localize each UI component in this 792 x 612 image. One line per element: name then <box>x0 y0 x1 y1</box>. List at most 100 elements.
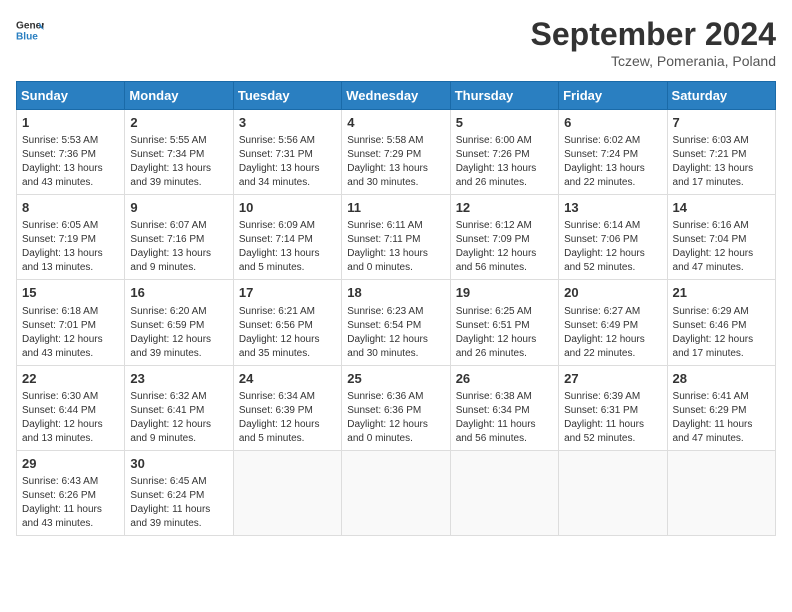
day-detail: Sunrise: 6:20 AM Sunset: 6:59 PM Dayligh… <box>130 305 227 361</box>
calendar-cell: 18 Sunrise: 6:23 AM Sunset: 6:54 PM Dayli… <box>342 280 450 365</box>
day-number: 16 <box>130 284 227 302</box>
calendar-cell: 21 Sunrise: 6:29 AM Sunset: 6:46 PM Dayli… <box>667 280 775 365</box>
day-detail: Sunrise: 6:27 AM Sunset: 6:49 PM Dayligh… <box>564 305 661 361</box>
day-header-friday: Friday <box>559 82 667 110</box>
day-number: 4 <box>347 114 444 132</box>
day-detail: Sunrise: 6:12 AM Sunset: 7:09 PM Dayligh… <box>456 219 553 275</box>
day-number: 3 <box>239 114 336 132</box>
calendar-cell: 19 Sunrise: 6:25 AM Sunset: 6:51 PM Dayli… <box>450 280 558 365</box>
calendar-cell: 10 Sunrise: 6:09 AM Sunset: 7:14 PM Dayli… <box>233 195 341 280</box>
calendar-cell: 20 Sunrise: 6:27 AM Sunset: 6:49 PM Dayli… <box>559 280 667 365</box>
day-detail: Sunrise: 6:23 AM Sunset: 6:54 PM Dayligh… <box>347 305 444 361</box>
day-detail: Sunrise: 5:53 AM Sunset: 7:36 PM Dayligh… <box>22 134 119 190</box>
day-number: 8 <box>22 199 119 217</box>
title-block: September 2024 Tczew, Pomerania, Poland <box>531 16 776 69</box>
day-detail: Sunrise: 6:03 AM Sunset: 7:21 PM Dayligh… <box>673 134 770 190</box>
calendar-title: September 2024 <box>531 16 776 53</box>
day-number: 14 <box>673 199 770 217</box>
calendar-cell: 13Sunrise: 6:14 AM Sunset: 7:06 PM Dayli… <box>559 195 667 280</box>
day-number: 1 <box>22 114 119 132</box>
day-detail: Sunrise: 6:02 AM Sunset: 7:24 PM Dayligh… <box>564 134 661 190</box>
calendar-cell: 16 Sunrise: 6:20 AM Sunset: 6:59 PM Dayli… <box>125 280 233 365</box>
day-detail: Sunrise: 6:11 AM Sunset: 7:11 PM Dayligh… <box>347 219 444 275</box>
calendar-cell <box>450 450 558 535</box>
calendar-cell: 24 Sunrise: 6:34 AM Sunset: 6:39 PM Dayli… <box>233 365 341 450</box>
day-number: 27 <box>564 370 661 388</box>
calendar-cell: 14 Sunrise: 6:16 AM Sunset: 7:04 PM Dayli… <box>667 195 775 280</box>
day-header-wednesday: Wednesday <box>342 82 450 110</box>
week-row-1: 1 Sunrise: 5:53 AM Sunset: 7:36 PM Daylig… <box>17 110 776 195</box>
day-detail: Sunrise: 6:34 AM Sunset: 6:39 PM Dayligh… <box>239 390 336 446</box>
day-detail: Sunrise: 6:38 AM Sunset: 6:34 PM Dayligh… <box>456 390 553 446</box>
day-number: 29 <box>22 455 119 473</box>
calendar-cell: 17Sunrise: 6:21 AM Sunset: 6:56 PM Dayli… <box>233 280 341 365</box>
day-number: 10 <box>239 199 336 217</box>
day-number: 9 <box>130 199 227 217</box>
day-detail: Sunrise: 6:16 AM Sunset: 7:04 PM Dayligh… <box>673 219 770 275</box>
calendar-cell: 12 Sunrise: 6:12 AM Sunset: 7:09 PM Dayli… <box>450 195 558 280</box>
day-detail: Sunrise: 6:29 AM Sunset: 6:46 PM Dayligh… <box>673 305 770 361</box>
day-header-tuesday: Tuesday <box>233 82 341 110</box>
calendar-table: SundayMondayTuesdayWednesdayThursdayFrid… <box>16 81 776 536</box>
day-detail: Sunrise: 6:18 AM Sunset: 7:01 PM Dayligh… <box>22 305 119 361</box>
calendar-cell: 30 Sunrise: 6:45 AM Sunset: 6:24 PM Dayli… <box>125 450 233 535</box>
day-detail: Sunrise: 6:25 AM Sunset: 6:51 PM Dayligh… <box>456 305 553 361</box>
day-detail: Sunrise: 6:45 AM Sunset: 6:24 PM Dayligh… <box>130 475 227 531</box>
calendar-cell: 3 Sunrise: 5:56 AM Sunset: 7:31 PM Daylig… <box>233 110 341 195</box>
calendar-cell <box>342 450 450 535</box>
calendar-cell: 25Sunrise: 6:36 AM Sunset: 6:36 PM Dayli… <box>342 365 450 450</box>
day-header-sunday: Sunday <box>17 82 125 110</box>
calendar-cell <box>233 450 341 535</box>
calendar-cell: 6 Sunrise: 6:02 AM Sunset: 7:24 PM Daylig… <box>559 110 667 195</box>
logo-icon: General Blue <box>16 16 44 44</box>
calendar-cell: 27 Sunrise: 6:39 AM Sunset: 6:31 PM Dayli… <box>559 365 667 450</box>
calendar-cell: 8Sunrise: 6:05 AM Sunset: 7:19 PM Daylig… <box>17 195 125 280</box>
day-number: 30 <box>130 455 227 473</box>
day-number: 21 <box>673 284 770 302</box>
day-number: 12 <box>456 199 553 217</box>
day-detail: Sunrise: 6:43 AM Sunset: 6:26 PM Dayligh… <box>22 475 119 531</box>
calendar-cell: 11 Sunrise: 6:11 AM Sunset: 7:11 PM Dayli… <box>342 195 450 280</box>
day-detail: Sunrise: 6:21 AM Sunset: 6:56 PM Dayligh… <box>239 305 336 361</box>
day-number: 15 <box>22 284 119 302</box>
day-number: 6 <box>564 114 661 132</box>
day-detail: Sunrise: 6:39 AM Sunset: 6:31 PM Dayligh… <box>564 390 661 446</box>
calendar-cell: 28Sunrise: 6:41 AM Sunset: 6:29 PM Dayli… <box>667 365 775 450</box>
day-number: 19 <box>456 284 553 302</box>
day-header-monday: Monday <box>125 82 233 110</box>
day-number: 25 <box>347 370 444 388</box>
calendar-cell: 29 Sunrise: 6:43 AM Sunset: 6:26 PM Dayli… <box>17 450 125 535</box>
day-header-thursday: Thursday <box>450 82 558 110</box>
calendar-cell <box>667 450 775 535</box>
days-header-row: SundayMondayTuesdayWednesdayThursdayFrid… <box>17 82 776 110</box>
day-detail: Sunrise: 6:14 AM Sunset: 7:06 PM Dayligh… <box>564 219 661 275</box>
day-number: 22 <box>22 370 119 388</box>
calendar-cell: 5 Sunrise: 6:00 AM Sunset: 7:26 PM Daylig… <box>450 110 558 195</box>
day-header-saturday: Saturday <box>667 82 775 110</box>
day-detail: Sunrise: 6:00 AM Sunset: 7:26 PM Dayligh… <box>456 134 553 190</box>
day-number: 5 <box>456 114 553 132</box>
day-detail: Sunrise: 5:58 AM Sunset: 7:29 PM Dayligh… <box>347 134 444 190</box>
day-number: 20 <box>564 284 661 302</box>
calendar-cell <box>559 450 667 535</box>
day-detail: Sunrise: 5:56 AM Sunset: 7:31 PM Dayligh… <box>239 134 336 190</box>
day-number: 28 <box>673 370 770 388</box>
day-number: 2 <box>130 114 227 132</box>
day-number: 23 <box>130 370 227 388</box>
calendar-cell: 26 Sunrise: 6:38 AM Sunset: 6:34 PM Dayli… <box>450 365 558 450</box>
day-detail: Sunrise: 6:09 AM Sunset: 7:14 PM Dayligh… <box>239 219 336 275</box>
week-row-5: 29 Sunrise: 6:43 AM Sunset: 6:26 PM Dayli… <box>17 450 776 535</box>
calendar-subtitle: Tczew, Pomerania, Poland <box>531 53 776 69</box>
day-detail: Sunrise: 5:55 AM Sunset: 7:34 PM Dayligh… <box>130 134 227 190</box>
day-number: 24 <box>239 370 336 388</box>
day-number: 11 <box>347 199 444 217</box>
day-detail: Sunrise: 6:32 AM Sunset: 6:41 PM Dayligh… <box>130 390 227 446</box>
day-number: 26 <box>456 370 553 388</box>
week-row-2: 8Sunrise: 6:05 AM Sunset: 7:19 PM Daylig… <box>17 195 776 280</box>
week-row-4: 22Sunrise: 6:30 AM Sunset: 6:44 PM Dayli… <box>17 365 776 450</box>
page-header: General Blue September 2024 Tczew, Pomer… <box>16 16 776 69</box>
day-number: 18 <box>347 284 444 302</box>
logo: General Blue <box>16 16 44 44</box>
calendar-cell: 15 Sunrise: 6:18 AM Sunset: 7:01 PM Dayli… <box>17 280 125 365</box>
calendar-cell: 22Sunrise: 6:30 AM Sunset: 6:44 PM Dayli… <box>17 365 125 450</box>
